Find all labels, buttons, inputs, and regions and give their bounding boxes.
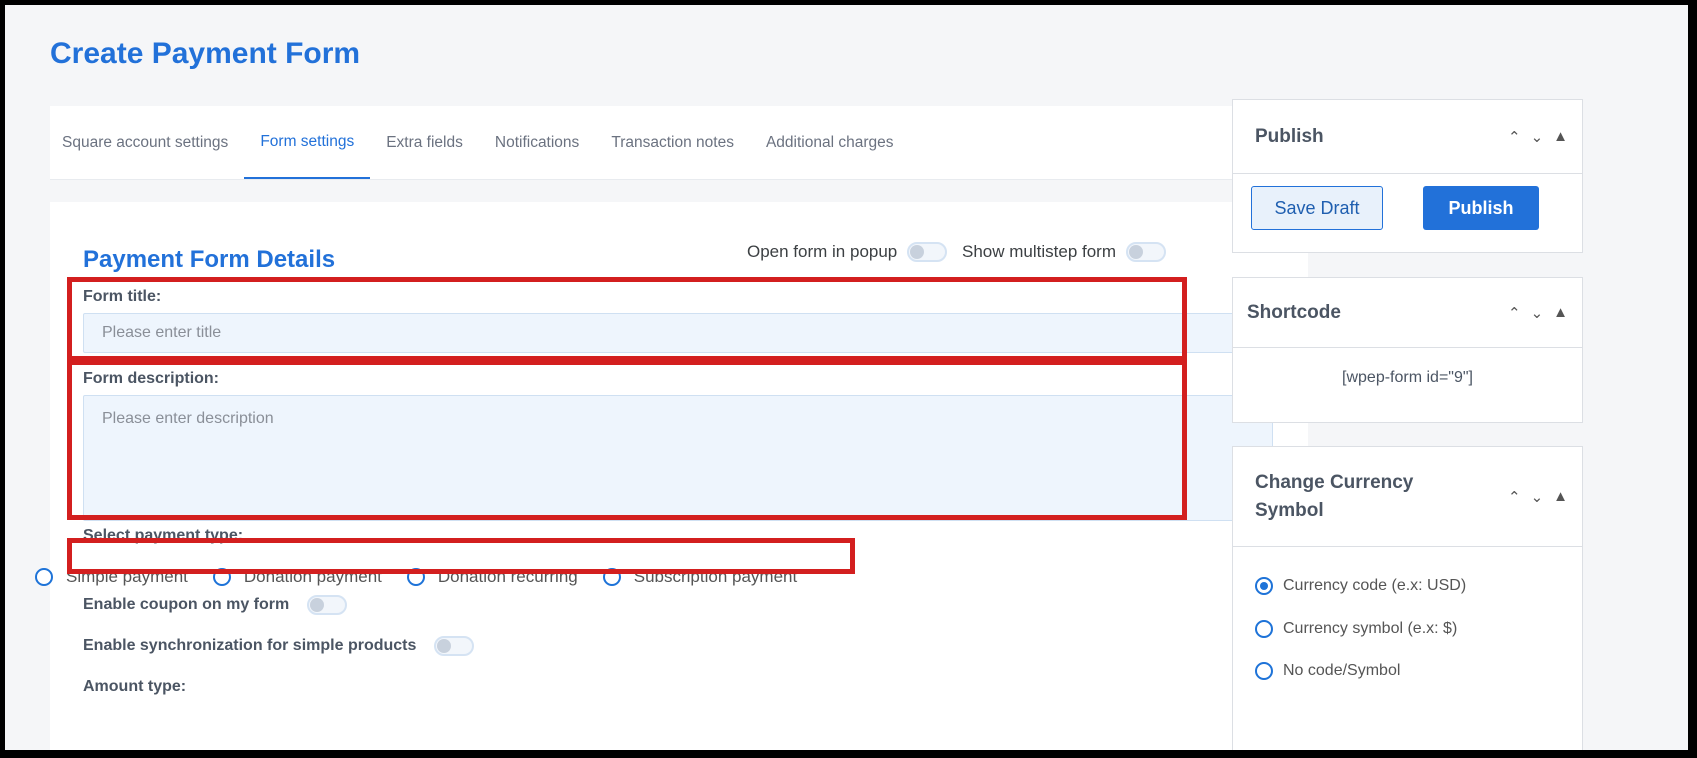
- form-title-label: Form title:: [83, 288, 162, 305]
- box-controls: ⌃ ⌄ ▲: [1508, 488, 1568, 506]
- radio-circle-icon: [212, 568, 231, 586]
- page-title: Create Payment Form: [50, 37, 361, 70]
- shortcode-box: Shortcode ⌃ ⌄ ▲ [wpep-form id="9"]: [1232, 277, 1583, 423]
- move-up-icon[interactable]: ⌃: [1508, 128, 1521, 146]
- multistep-toggle[interactable]: [1126, 242, 1166, 262]
- toggle-knob: [910, 245, 925, 259]
- payment-type-simple[interactable]: Simple payment: [35, 567, 188, 587]
- tab-form-settings[interactable]: Form settings: [244, 106, 371, 179]
- popup-toggle[interactable]: [907, 242, 948, 262]
- tab-square-account-settings[interactable]: Square account settings: [50, 106, 244, 179]
- tab-additional-charges[interactable]: Additional charges: [750, 106, 910, 179]
- toggle-knob: [1129, 245, 1143, 259]
- payment-type-options: Simple payment Donation payment Donation…: [35, 567, 822, 587]
- payment-type-subscription[interactable]: Subscription payment: [602, 567, 798, 587]
- radio-circle-icon: [406, 568, 425, 586]
- payment-type-donation[interactable]: Donation payment: [212, 567, 382, 587]
- currency-title: Change Currency Symbol: [1255, 471, 1414, 521]
- app-frame: Create Payment Form Square account setti…: [5, 5, 1688, 750]
- settings-tabs: Square account settings Form settings Ex…: [50, 106, 1308, 180]
- collapse-icon[interactable]: ▲: [1553, 128, 1568, 145]
- collapse-icon[interactable]: ▲: [1553, 304, 1568, 321]
- radio-circle-icon: [1255, 662, 1273, 680]
- move-down-icon[interactable]: ⌄: [1531, 128, 1544, 146]
- multistep-toggle-label: Show multistep form: [962, 242, 1116, 261]
- currency-box: Change Currency Symbol ⌃ ⌄ ▲ Currency co…: [1232, 446, 1583, 750]
- section-title: Payment Form Details: [83, 246, 336, 273]
- popup-toggle-label: Open form in popup: [747, 242, 898, 261]
- toggle-knob: [310, 598, 325, 612]
- radio-circle-icon: [35, 568, 53, 586]
- move-down-icon[interactable]: ⌄: [1531, 488, 1544, 506]
- currency-option-label: No code/Symbol: [1283, 662, 1401, 679]
- form-description-input[interactable]: [83, 395, 1273, 521]
- box-controls: ⌃ ⌄ ▲: [1508, 304, 1568, 322]
- form-title-input[interactable]: [83, 313, 1273, 353]
- move-up-icon[interactable]: ⌃: [1508, 304, 1521, 322]
- move-down-icon[interactable]: ⌄: [1531, 304, 1544, 322]
- currency-option-label: Currency symbol (e.x: $): [1283, 620, 1458, 637]
- payment-type-label: Select payment type:: [83, 527, 244, 544]
- coupon-row: Enable coupon on my form: [83, 595, 348, 615]
- multistep-toggle-row: Show multistep form: [962, 242, 1166, 262]
- shortcode-title: Shortcode: [1247, 301, 1341, 323]
- tab-notifications[interactable]: Notifications: [479, 106, 595, 179]
- radio-circle-icon: [602, 568, 621, 586]
- sync-toggle[interactable]: [434, 636, 475, 656]
- radio-label: Donation payment: [243, 567, 382, 586]
- sync-row: Enable synchronization for simple produc…: [83, 636, 475, 656]
- radio-label: Subscription payment: [633, 567, 798, 586]
- publish-box: Publish ⌃ ⌄ ▲ Save Draft Publish: [1232, 99, 1583, 253]
- currency-option-label: Currency code (e.x: USD): [1283, 577, 1467, 594]
- currency-option-code[interactable]: Currency code (e.x: USD): [1255, 577, 1466, 595]
- radio-circle-icon: [1255, 620, 1273, 638]
- toggle-knob: [437, 639, 452, 653]
- publish-header: Publish ⌃ ⌄ ▲: [1233, 100, 1582, 174]
- tab-transaction-notes[interactable]: Transaction notes: [595, 106, 750, 179]
- tab-extra-fields[interactable]: Extra fields: [370, 106, 479, 179]
- currency-option-none[interactable]: No code/Symbol: [1255, 662, 1400, 680]
- publish-title: Publish: [1255, 125, 1324, 147]
- publish-button[interactable]: Publish: [1423, 186, 1539, 230]
- shortcode-header: Shortcode ⌃ ⌄ ▲: [1233, 278, 1582, 348]
- payment-form-details-panel: Payment Form Details Open form in popup …: [50, 202, 1308, 750]
- amount-type-label: Amount type:: [83, 678, 187, 695]
- currency-header: Change Currency Symbol ⌃ ⌄ ▲: [1233, 447, 1582, 547]
- radio-checked-icon: [1255, 577, 1273, 595]
- shortcode-value: [wpep-form id="9"]: [1342, 369, 1473, 386]
- save-draft-button[interactable]: Save Draft: [1251, 186, 1383, 230]
- coupon-toggle[interactable]: [307, 595, 348, 615]
- form-description-label: Form description:: [83, 370, 220, 387]
- radio-label: Donation recurring: [437, 567, 578, 586]
- box-controls: ⌃ ⌄ ▲: [1508, 128, 1568, 146]
- payment-type-donation-recurring[interactable]: Donation recurring: [406, 567, 578, 587]
- collapse-icon[interactable]: ▲: [1553, 488, 1568, 505]
- sync-label: Enable synchronization for simple produc…: [83, 637, 417, 654]
- move-up-icon[interactable]: ⌃: [1508, 488, 1521, 506]
- currency-option-symbol[interactable]: Currency symbol (e.x: $): [1255, 620, 1457, 638]
- radio-label: Simple payment: [66, 567, 188, 586]
- popup-toggle-row: Open form in popup: [747, 242, 948, 262]
- coupon-label: Enable coupon on my form: [83, 596, 290, 613]
